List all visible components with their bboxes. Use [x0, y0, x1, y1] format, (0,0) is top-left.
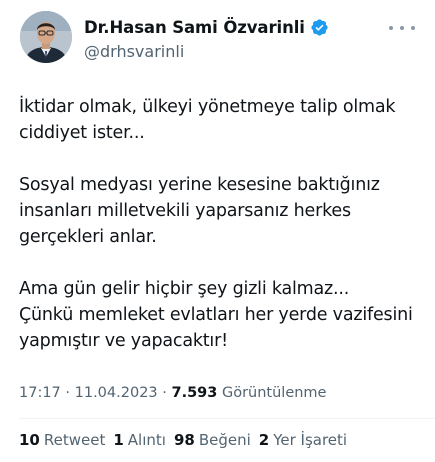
likes-count: 98 [173, 431, 195, 449]
display-name[interactable]: Dr.Hasan Sami Özvarinli [84, 18, 305, 37]
tweet-meta: 17:17 · 11.04.2023 · 7.593 Görüntülenme [19, 385, 326, 401]
author-block: Dr.Hasan Sami Özvarinli @drhsvarinli [84, 14, 329, 61]
views-label[interactable]: Görüntülenme [222, 385, 327, 401]
profile-photo [20, 11, 72, 63]
tweet-card: Dr.Hasan Sami Özvarinli @drhsvarinli İkt… [0, 0, 435, 462]
meta-separator: · [65, 385, 75, 401]
views-count: 7.593 [171, 385, 218, 401]
verified-badge-icon[interactable] [310, 18, 329, 37]
bookmarks-stat[interactable]: 2 Yer İşareti [259, 431, 347, 449]
tweet-date[interactable]: 11.04.2023 [75, 385, 158, 401]
tweet-time[interactable]: 17:17 [19, 385, 61, 401]
tweet-paragraph: İktidar olmak, ülkeyi yönetmeye talip ol… [19, 97, 396, 143]
retweets-stat[interactable]: 10 Retweet [19, 431, 105, 449]
divider [19, 418, 435, 419]
user-handle[interactable]: @drhsvarinli [84, 42, 329, 61]
more-options-icon[interactable] [389, 21, 415, 35]
engagement-stats: 10 Retweet 1 Alıntı 98 Beğeni 2 Yer İşar… [19, 431, 347, 449]
avatar[interactable] [20, 11, 72, 63]
tweet-paragraph: Sosyal medyası yerine kesesine baktığını… [19, 175, 380, 247]
name-row: Dr.Hasan Sami Özvarinli [84, 14, 329, 40]
retweets-label: Retweet [43, 431, 106, 449]
retweets-count: 10 [19, 431, 40, 449]
tweet-text: İktidar olmak, ülkeyi yönetmeye talip ol… [19, 94, 424, 380]
quotes-stat[interactable]: 1 Alıntı [113, 431, 166, 449]
likes-stat[interactable]: 98 Beğeni [174, 431, 251, 449]
bookmarks-count: 2 [258, 431, 270, 449]
quotes-count: 1 [113, 431, 124, 449]
quotes-label: Alıntı [127, 431, 166, 449]
likes-label: Beğeni [198, 431, 251, 449]
tweet-paragraph: Ama gün gelir hiçbir şey gizli kalmaz...… [19, 279, 413, 351]
bookmarks-label: Yer İşareti [273, 431, 348, 449]
